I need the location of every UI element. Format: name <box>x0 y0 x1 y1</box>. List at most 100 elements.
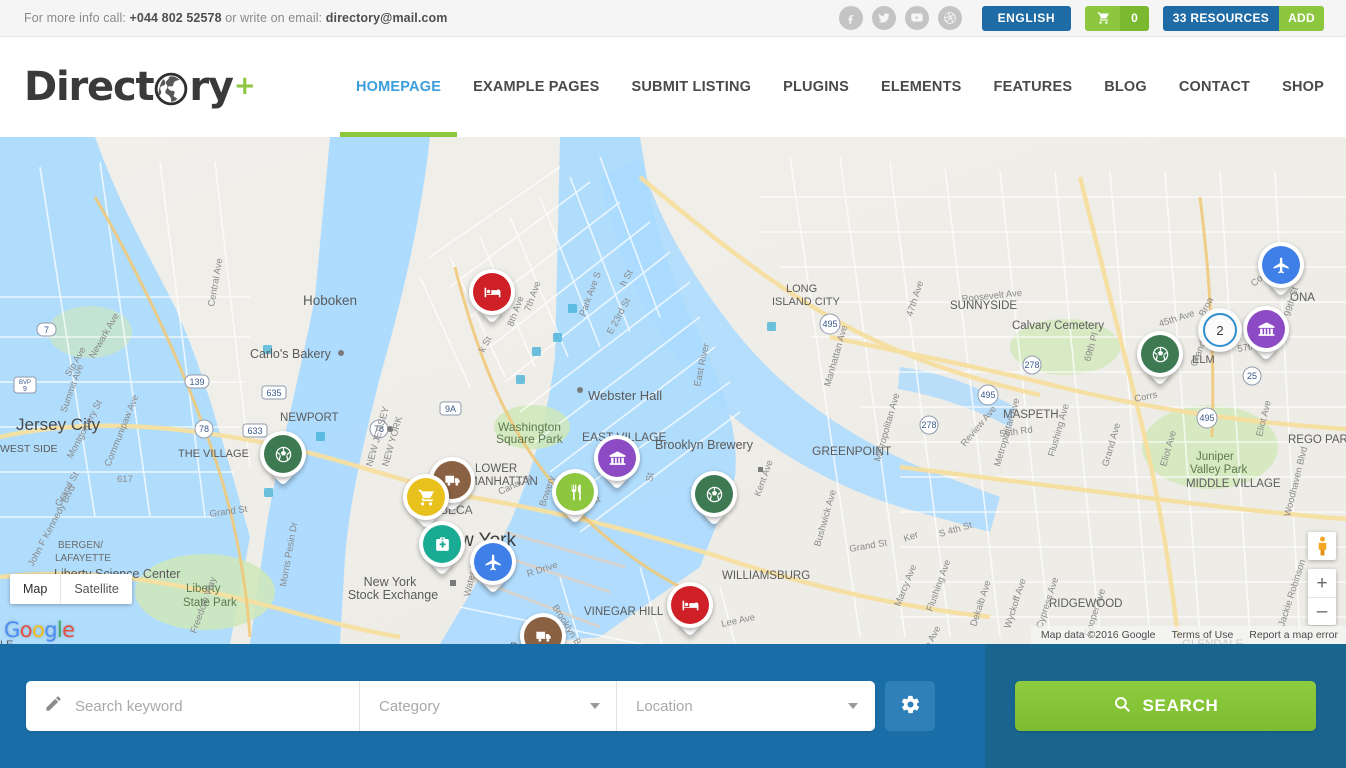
nav-item-features[interactable]: FEATURES <box>978 37 1089 137</box>
utility-topbar: For more info call: +044 802 52578 or wr… <box>0 0 1346 37</box>
nav-item-elements[interactable]: ELEMENTS <box>865 37 978 137</box>
marker-medical[interactable] <box>419 521 465 579</box>
marker-travel[interactable] <box>470 539 516 597</box>
search-icon <box>1113 695 1131 718</box>
medical-kit-icon <box>423 525 461 563</box>
svg-text:Stock Exchange: Stock Exchange <box>348 588 438 602</box>
report-error-link[interactable]: Report a map error <box>1249 629 1338 641</box>
svg-text:Calvary Cemetery: Calvary Cemetery <box>1012 320 1104 332</box>
gear-icon <box>900 694 921 718</box>
logo-text-part1: Direct <box>24 64 155 110</box>
search-action-panel: SEARCH <box>985 644 1346 768</box>
svg-text:NEWPORT: NEWPORT <box>280 412 339 424</box>
svg-text:139: 139 <box>189 377 204 387</box>
svg-text:495: 495 <box>822 319 837 329</box>
map-type-satellite[interactable]: Satellite <box>60 574 131 604</box>
street-view-pegman-icon[interactable] <box>1308 532 1336 560</box>
marker-delivery-2[interactable] <box>520 613 566 644</box>
main-navigation: HOMEPAGE EXAMPLE PAGES SUBMIT LISTING PL… <box>339 37 1326 137</box>
zoom-out-button[interactable]: – <box>1308 597 1336 625</box>
site-logo[interactable]: Direct ry + <box>24 67 256 107</box>
marker-sports-2[interactable] <box>691 471 737 529</box>
search-button[interactable]: SEARCH <box>1015 681 1316 731</box>
nav-item-submit-listing[interactable]: SUBMIT LISTING <box>616 37 768 137</box>
bank-icon <box>598 439 636 477</box>
cart-count: 0 <box>1120 5 1149 31</box>
bank-icon <box>1247 310 1285 348</box>
map-zoom-control: + – <box>1308 569 1336 625</box>
zoom-in-button[interactable]: + <box>1308 569 1336 597</box>
svg-text:BERGEN/: BERGEN/ <box>58 540 103 551</box>
terms-of-use-link[interactable]: Terms of Use <box>1171 629 1233 641</box>
location-select[interactable]: Location <box>617 681 874 731</box>
contact-info: For more info call: +044 802 52578 or wr… <box>24 11 447 25</box>
logo-plus-icon: + <box>233 71 256 101</box>
contact-phone[interactable]: +044 802 52578 <box>130 11 222 25</box>
category-select[interactable]: Category <box>360 681 617 731</box>
map-type-map[interactable]: Map <box>10 574 60 604</box>
soccer-ball-icon <box>695 475 733 513</box>
svg-text:LAFAYETTE: LAFAYETTE <box>55 553 111 564</box>
chevron-down-icon <box>590 703 600 709</box>
google-map-canvas[interactable]: 7 BVP 9 139 635 633 78 78 9A 495 495 495 … <box>0 137 1346 644</box>
cutlery-icon <box>556 473 594 511</box>
nav-item-contact[interactable]: CONTACT <box>1163 37 1266 137</box>
category-select-value: Category <box>379 697 440 715</box>
marker-restaurant[interactable] <box>552 469 598 527</box>
svg-text:495: 495 <box>1199 413 1214 423</box>
nav-item-example-pages[interactable]: EXAMPLE PAGES <box>457 37 615 137</box>
cluster-count: 2 <box>1203 313 1237 347</box>
resources-count-label: 33 RESOURCES <box>1162 5 1280 31</box>
svg-text:7: 7 <box>44 325 49 335</box>
nav-item-blog[interactable]: BLOG <box>1088 37 1163 137</box>
marker-sports[interactable] <box>260 431 306 489</box>
nav-item-plugins[interactable]: PLUGINS <box>767 37 865 137</box>
bed-icon <box>671 586 709 624</box>
contact-info-prefix: For more info call: <box>24 11 130 25</box>
svg-text:Brooklyn Brewery: Brooklyn Brewery <box>655 438 754 452</box>
map-viewport[interactable]: 7 BVP 9 139 635 633 78 78 9A 495 495 495 … <box>0 137 1346 644</box>
svg-text:Square Park: Square Park <box>496 432 564 446</box>
search-button-label: SEARCH <box>1142 696 1219 715</box>
facebook-icon[interactable] <box>838 6 863 30</box>
marker-cluster[interactable]: 2 <box>1198 308 1242 352</box>
marker-lodging[interactable] <box>469 269 515 327</box>
map-tiles: 7 BVP9 139 635 633 78 78 9A 495 495 495 … <box>0 137 1346 644</box>
chevron-down-icon <box>848 703 858 709</box>
language-selector[interactable]: ENGLISH <box>981 5 1072 31</box>
dribbble-icon[interactable] <box>937 6 962 30</box>
nav-item-homepage[interactable]: HOMEPAGE <box>339 37 458 137</box>
marker-sports-3[interactable] <box>1137 331 1183 389</box>
marker-lodging-2[interactable] <box>667 582 713 640</box>
svg-text:VINEGAR HILL: VINEGAR HILL <box>584 606 664 618</box>
youtube-icon[interactable] <box>904 6 929 30</box>
map-attribution: Map data ©2016 Google Terms of Use Repor… <box>1030 626 1346 644</box>
svg-text:Carlo's Bakery: Carlo's Bakery <box>250 347 332 361</box>
svg-text:MIDDLE VILLAGE: MIDDLE VILLAGE <box>1186 478 1281 490</box>
search-input[interactable] <box>75 697 359 715</box>
nav-item-shop[interactable]: SHOP <box>1266 37 1326 137</box>
search-section: Category Location SEARCH <box>0 644 1346 768</box>
marker-travel-2[interactable] <box>1258 242 1304 300</box>
marker-museum-2[interactable] <box>1243 306 1289 364</box>
keyword-field[interactable] <box>26 681 360 731</box>
contact-email[interactable]: directory@mail.com <box>326 11 448 25</box>
svg-text:Juniper: Juniper <box>1196 451 1234 463</box>
marker-museum-1[interactable] <box>594 435 640 493</box>
search-form: Category Location <box>26 681 875 731</box>
svg-text:25: 25 <box>1247 371 1257 381</box>
advanced-search-button[interactable] <box>885 681 935 731</box>
soccer-ball-icon <box>264 435 302 473</box>
svg-text:78: 78 <box>199 424 209 434</box>
map-data-credit: Map data ©2016 Google <box>1040 629 1156 641</box>
airplane-icon <box>1262 246 1300 284</box>
cart-button[interactable]: 0 <box>1085 5 1149 31</box>
svg-text:635: 635 <box>266 388 281 398</box>
resources-button[interactable]: 33 RESOURCES ADD <box>1162 5 1324 31</box>
pencil-icon <box>44 694 63 718</box>
twitter-icon[interactable] <box>871 6 896 30</box>
add-resource-label[interactable]: ADD <box>1279 5 1324 31</box>
shopping-cart-icon <box>407 478 445 516</box>
svg-text:New York: New York <box>364 575 418 589</box>
bed-icon <box>473 273 511 311</box>
